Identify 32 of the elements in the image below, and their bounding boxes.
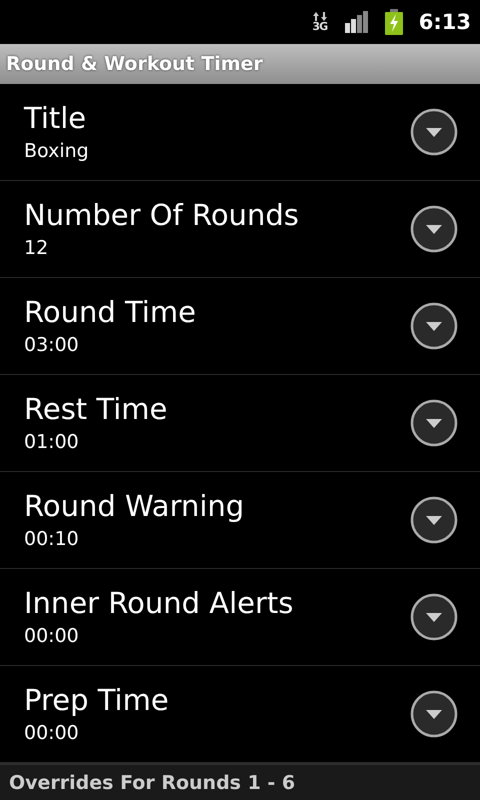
setting-row[interactable]: Round Time 03:00	[0, 278, 480, 375]
dropdown-button[interactable]	[410, 108, 458, 156]
section-title: Overrides For Rounds 1 - 6	[9, 772, 296, 794]
setting-value: 03:00	[24, 334, 80, 356]
setting-row[interactable]: Inner Round Alerts 00:00	[0, 569, 480, 666]
setting-row[interactable]: Title Boxing	[0, 84, 480, 181]
setting-label: Round Warning	[24, 490, 246, 524]
dropdown-button[interactable]	[410, 690, 458, 738]
setting-value: 00:00	[24, 722, 80, 744]
dropdown-button[interactable]	[410, 302, 458, 350]
dropdown-button[interactable]	[410, 205, 458, 253]
setting-label: Prep Time	[24, 684, 170, 718]
setting-value: 00:00	[24, 624, 80, 647]
setting-label: Round Time	[24, 296, 197, 330]
window-title: Round & Workout Timer	[6, 53, 263, 75]
setting-label: Title	[24, 102, 88, 136]
setting-row[interactable]: Round Warning 00:10	[0, 472, 480, 569]
dropdown-button[interactable]	[410, 399, 458, 447]
setting-label: Number Of Rounds	[24, 199, 300, 233]
setting-value: 01:00	[24, 430, 80, 453]
dropdown-button[interactable]	[410, 496, 458, 544]
setting-label: Rest Time	[24, 393, 168, 427]
setting-value: Boxing	[24, 140, 90, 162]
battery-charging-icon	[384, 9, 403, 35]
setting-value: 00:10	[24, 528, 80, 550]
clock-time: 6:13	[418, 10, 471, 34]
signal-icon	[344, 11, 369, 33]
setting-row[interactable]: Number Of Rounds 12	[0, 181, 480, 278]
setting-value: 12	[24, 236, 50, 259]
setting-label: Inner Round Alerts	[24, 587, 294, 621]
setting-row[interactable]: Rest Time 01:00	[0, 375, 480, 472]
dropdown-button[interactable]	[410, 593, 458, 641]
